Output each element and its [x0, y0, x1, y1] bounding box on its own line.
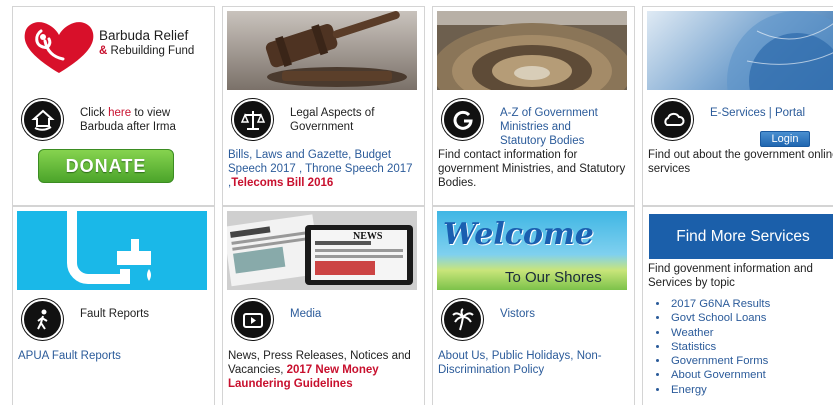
az-description: Find contact information for government … — [438, 149, 626, 189]
media-title[interactable]: Media — [290, 307, 321, 321]
fault-banner-image[interactable] — [17, 211, 207, 290]
fault-title[interactable]: Fault Reports — [80, 307, 149, 321]
click-prefix: Click — [80, 107, 105, 119]
news-banner-text: NEWS — [353, 231, 383, 242]
telecoms-bill-link[interactable]: Telecoms Bill 2016 — [231, 177, 333, 189]
welcome-text: Welcome — [443, 217, 594, 252]
topic-item[interactable]: Energy — [669, 383, 770, 397]
topic-item[interactable]: 2017 G6NA Results — [669, 297, 770, 311]
card-media: NEWS Media News, Press Releases, Notices… — [222, 206, 425, 405]
gavel-banner-image[interactable] — [227, 11, 417, 90]
g-letter-icon[interactable] — [442, 99, 483, 140]
parliament-banner-image[interactable] — [437, 11, 627, 90]
card-legal-aspects: Legal Aspects of Government Bills, Laws … — [222, 6, 425, 206]
topic-item[interactable]: Govt School Loans — [669, 311, 770, 325]
card-fault-reports: Fault Reports APUA Fault Reports — [12, 206, 215, 405]
az-title[interactable]: A-Z of Government Ministries and Statuto… — [500, 106, 598, 148]
walking-person-icon[interactable] — [22, 299, 63, 340]
card-find-more-services: Find More Services Find govenment inform… — [642, 206, 833, 405]
card-visitors: Welcome To Our Shores Vistors About Us, … — [432, 206, 635, 405]
media-banner-image[interactable]: NEWS — [227, 211, 417, 290]
media-description: News, Press Releases, Notices and Vacanc… — [228, 349, 423, 391]
topic-item[interactable]: Weather — [669, 326, 770, 340]
barbuda-click-text: Click here to view Barbuda after Irma — [80, 106, 176, 134]
donate-button[interactable]: DONATE — [38, 149, 174, 183]
eservices-title[interactable]: E-Services | Portal — [710, 106, 805, 120]
legal-title-line-1: Legal Aspects of — [290, 107, 375, 119]
legal-title-line-2: Government — [290, 121, 354, 133]
topics-list: 2017 G6NA Results Govt School Loans Weat… — [669, 297, 770, 397]
cloud-icon[interactable] — [652, 99, 693, 140]
visitors-description[interactable]: About Us, Public Holidays, Non-Discrimin… — [438, 349, 630, 377]
az-title-line-3: Statutory Bodies — [500, 135, 585, 147]
card-barbuda-relief: Barbuda Relief & Rebuilding Fund Click h… — [12, 6, 215, 206]
palm-tree-icon[interactable] — [442, 299, 483, 340]
scales-icon[interactable] — [232, 99, 273, 140]
click-line-2: Barbuda after Irma — [80, 121, 176, 133]
logo-line-2-text: Rebuilding Fund — [110, 45, 195, 57]
card-az-government: A-Z of Government Ministries and Statuto… — [432, 6, 635, 206]
media-player-icon[interactable] — [232, 299, 273, 340]
logo-line-1: Barbuda Relief — [99, 28, 189, 43]
find-more-description: Find govenment information and Services … — [648, 263, 813, 289]
eservices-banner-image[interactable] — [647, 11, 833, 90]
legal-description[interactable]: Bills, Laws and Gazette, Budget Speech 2… — [228, 148, 420, 190]
click-suffix: to view — [134, 107, 171, 119]
login-button[interactable]: Login — [760, 131, 810, 147]
card-eservices: E-Services | Portal Login Find out about… — [642, 6, 833, 206]
logo-ampersand: & — [99, 45, 108, 57]
find-more-services-banner[interactable]: Find More Services — [649, 214, 833, 259]
barbuda-relief-logo[interactable]: Barbuda Relief & Rebuilding Fund — [19, 17, 209, 77]
to-our-shores-text: To Our Shores — [505, 269, 602, 286]
here-link[interactable]: here — [108, 107, 131, 119]
welcome-banner-image[interactable]: Welcome To Our Shores — [437, 211, 627, 290]
topic-item[interactable]: Government Forms — [669, 354, 770, 368]
fault-description[interactable]: APUA Fault Reports — [18, 349, 210, 363]
az-title-line-2: Ministries and — [500, 121, 571, 133]
house-hand-icon[interactable] — [22, 99, 63, 140]
az-title-line-1: A-Z of Government — [500, 107, 598, 119]
topic-item[interactable]: Statistics — [669, 340, 770, 354]
legal-title[interactable]: Legal Aspects of Government — [290, 106, 374, 134]
logo-line-2: & Rebuilding Fund — [99, 45, 194, 57]
heart-logo-icon — [24, 22, 94, 73]
topic-item[interactable]: About Government — [669, 368, 770, 382]
visitors-title[interactable]: Vistors — [500, 307, 535, 321]
eservices-description: Find out about the government online ser… — [648, 149, 833, 175]
